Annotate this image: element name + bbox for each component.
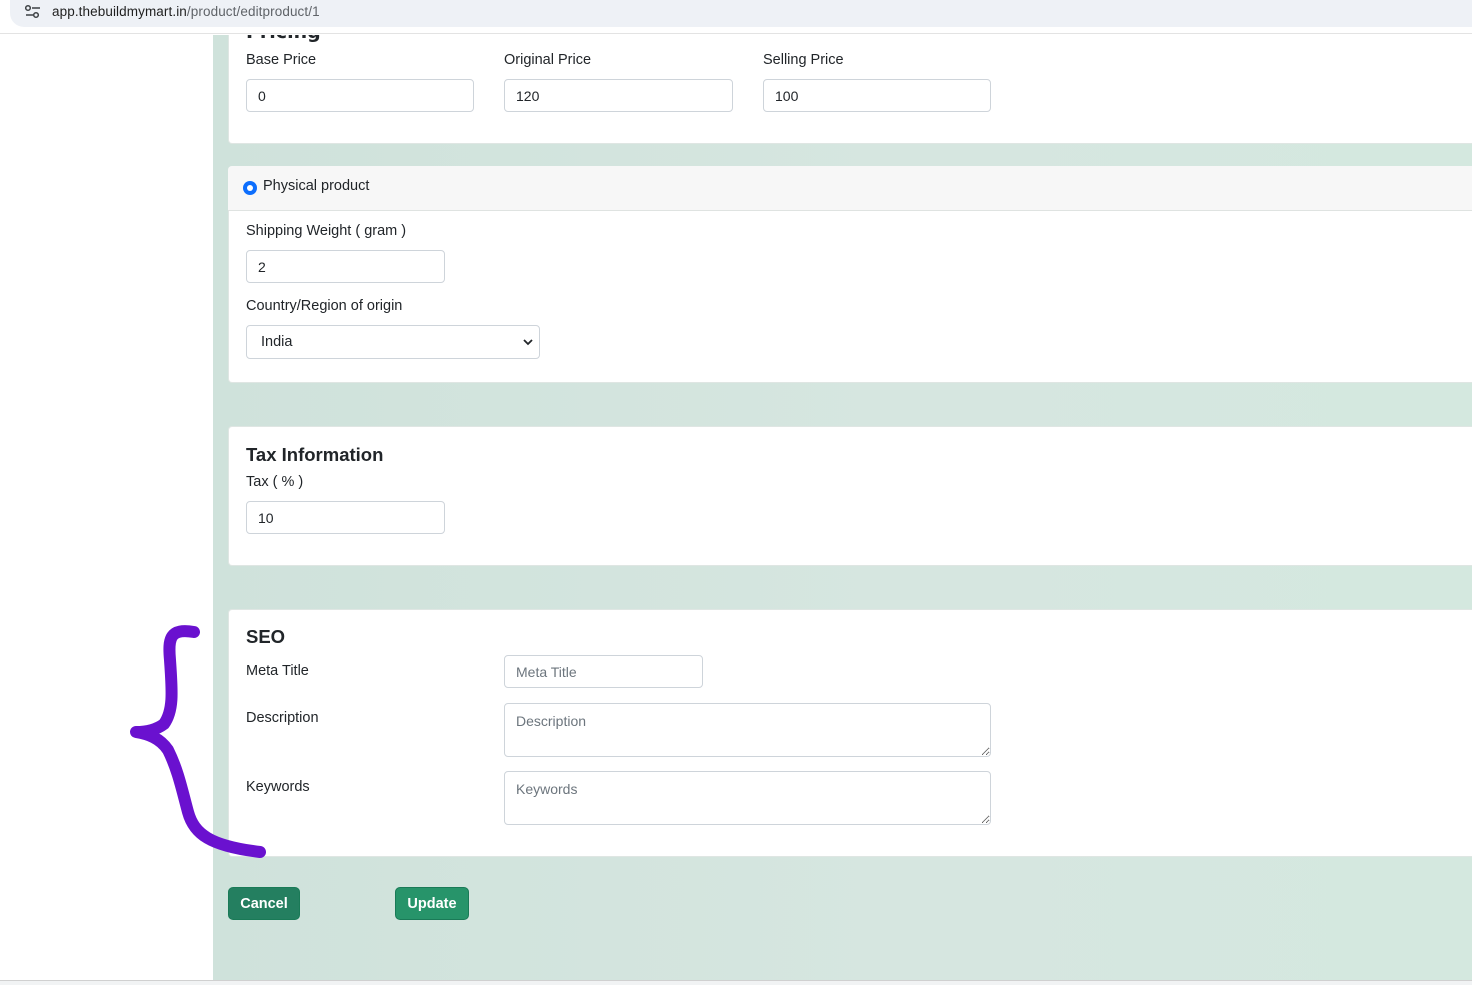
url-path: /product/editproduct/1	[186, 4, 320, 19]
brace-annotation	[130, 625, 266, 858]
browser-address-bar: app.thebuildmymart.in/product/editproduc…	[0, 0, 1472, 34]
url-domain: app.thebuildmymart.in	[52, 4, 187, 19]
update-button[interactable]: Update	[395, 887, 469, 920]
site-settings-icon[interactable]	[24, 4, 42, 20]
meta-title-input[interactable]	[504, 655, 703, 688]
selling-price-label: Selling Price	[763, 52, 844, 68]
pricing-title: Pricing	[246, 35, 321, 43]
tax-information-card	[228, 426, 1472, 566]
selling-price-input[interactable]	[763, 79, 991, 112]
original-price-input[interactable]	[504, 79, 733, 112]
tax-information-title: Tax Information	[246, 444, 384, 465]
bottom-border	[0, 980, 1472, 985]
keywords-textarea[interactable]	[504, 771, 991, 825]
physical-product-radio[interactable]	[243, 181, 257, 195]
base-price-input[interactable]	[246, 79, 474, 112]
url-text[interactable]: app.thebuildmymart.in/product/editproduc…	[52, 4, 320, 19]
tax-input[interactable]	[246, 501, 445, 534]
base-price-label: Base Price	[246, 52, 317, 68]
chevron-down-icon	[523, 339, 533, 346]
country-origin-value: India	[261, 334, 293, 350]
tax-label: Tax ( % )	[246, 474, 304, 490]
original-price-label: Original Price	[504, 52, 592, 68]
country-origin-label: Country/Region of origin	[246, 298, 403, 314]
shipping-weight-label: Shipping Weight ( gram )	[246, 223, 407, 239]
physical-product-header	[228, 166, 1472, 211]
description-textarea[interactable]	[504, 703, 991, 757]
shipping-weight-input[interactable]	[246, 250, 445, 283]
pricing-title-clip: Pricing	[246, 35, 446, 45]
physical-product-label[interactable]: Physical product	[263, 178, 369, 194]
cancel-button[interactable]: Cancel	[228, 887, 300, 920]
country-origin-select[interactable]: India	[246, 325, 540, 359]
